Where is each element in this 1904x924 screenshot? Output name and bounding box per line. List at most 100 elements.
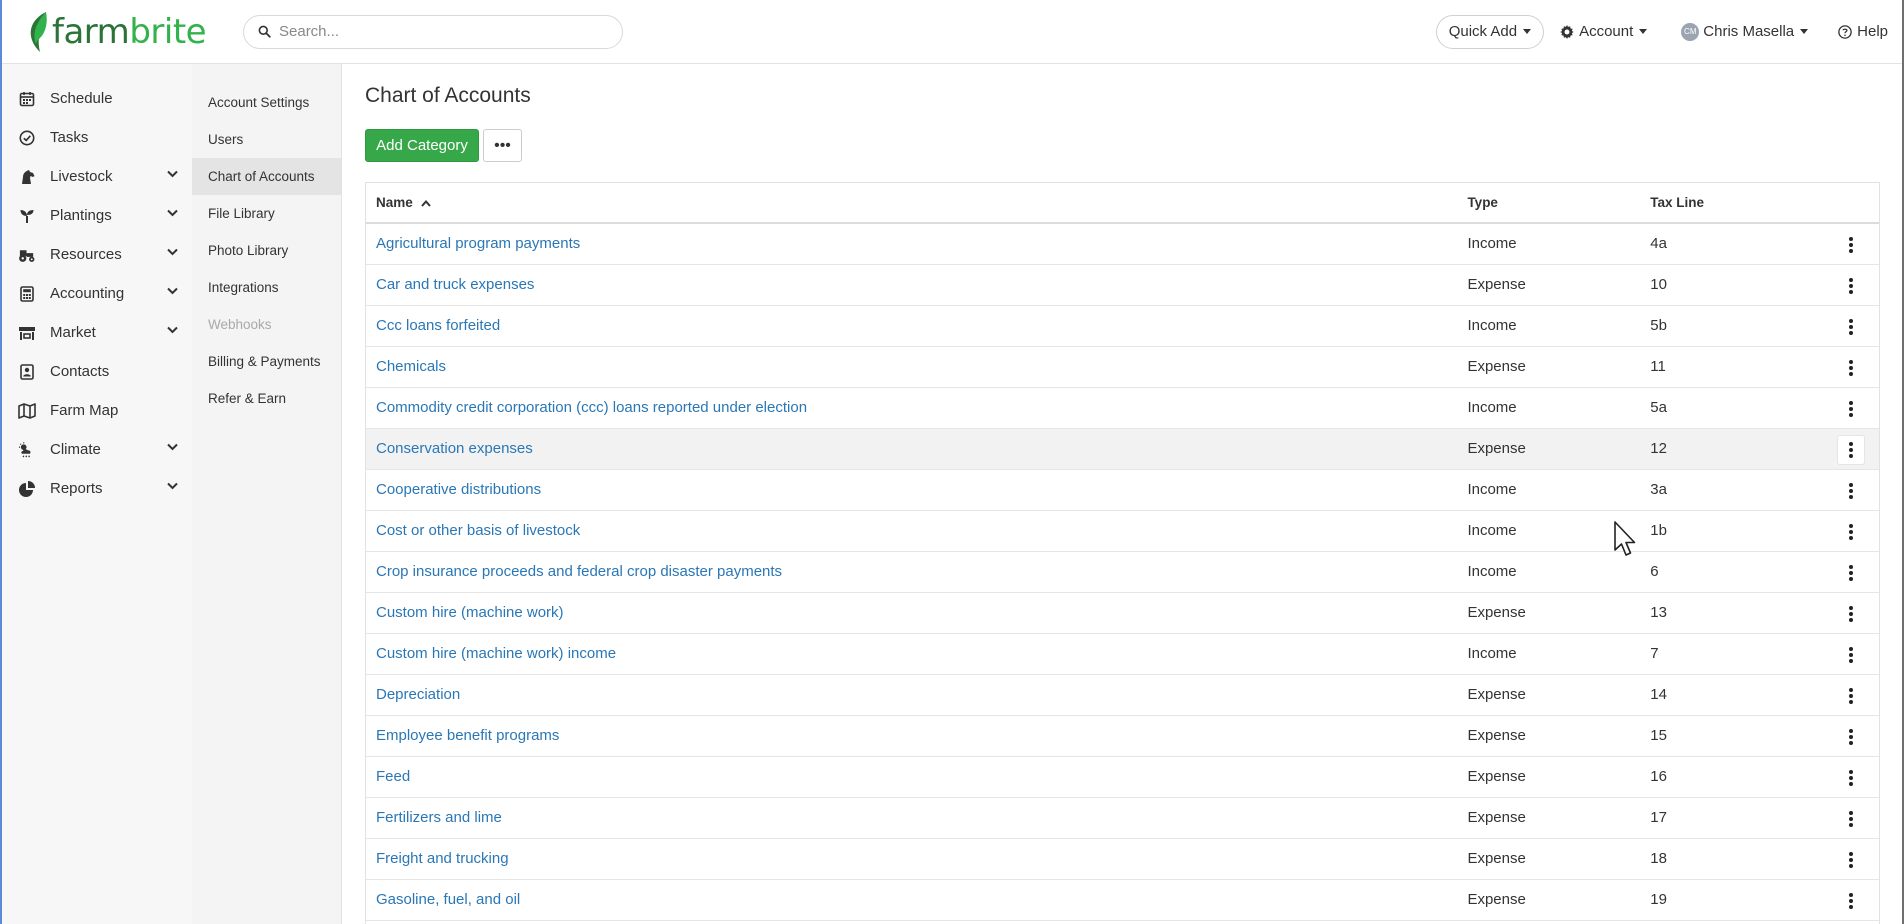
row-menu-icon[interactable] — [1837, 230, 1865, 260]
kebab-dot — [1849, 810, 1853, 815]
account-name-cell: Employee benefit programs — [366, 715, 1458, 757]
tax-line-cell: 18 — [1640, 838, 1824, 880]
sidebar-item-market[interactable]: Market — [2, 313, 192, 352]
more-options-button[interactable]: ••• — [483, 129, 522, 162]
sidebar-item-reports[interactable]: Reports — [2, 469, 192, 508]
row-menu-icon[interactable] — [1837, 558, 1865, 588]
account-name-link[interactable]: Feed — [376, 768, 410, 785]
account-name-link[interactable]: Cost or other basis of livestock — [376, 522, 580, 539]
subnav-refer-earn[interactable]: Refer & Earn — [192, 380, 341, 417]
account-name-cell: Custom hire (machine work) — [366, 592, 1458, 634]
kebab-dot — [1849, 740, 1853, 745]
subnav-integrations[interactable]: Integrations — [192, 269, 341, 306]
account-name-cell: Chemicals — [366, 346, 1458, 388]
sidebar-item-climate[interactable]: Climate — [2, 430, 192, 469]
kebab-dot — [1849, 652, 1853, 657]
account-name-link[interactable]: Crop insurance proceeds and federal crop… — [376, 563, 782, 580]
row-menu-icon[interactable] — [1837, 599, 1865, 629]
row-menu-icon[interactable] — [1837, 804, 1865, 834]
kebab-dot — [1849, 699, 1853, 704]
search-input[interactable] — [279, 23, 599, 40]
column-header-type[interactable]: Type — [1457, 183, 1641, 224]
row-menu-icon[interactable] — [1837, 681, 1865, 711]
sidebar-item-resources[interactable]: Resources — [2, 235, 192, 274]
farmbrite-logo[interactable]: farmbrite — [26, 8, 221, 56]
subnav-file-library[interactable]: File Library — [192, 195, 341, 232]
quick-add-label: Quick Add — [1448, 23, 1518, 40]
user-menu[interactable]: CM Chris Masella — [1681, 22, 1809, 41]
sidebar-item-plantings[interactable]: Plantings — [2, 196, 192, 235]
sidebar-item-schedule[interactable]: Schedule — [2, 79, 192, 118]
row-menu-icon[interactable] — [1837, 763, 1865, 793]
account-name-link[interactable]: Commodity credit corporation (ccc) loans… — [376, 399, 807, 416]
help-link[interactable]: Help — [1838, 23, 1888, 40]
account-name-link[interactable]: Depreciation — [376, 686, 460, 703]
account-name-link[interactable]: Freight and trucking — [376, 850, 509, 867]
add-category-button[interactable]: Add Category — [365, 129, 479, 162]
account-name-link[interactable]: Chemicals — [376, 358, 446, 375]
subnav-webhooks: Webhooks — [208, 317, 272, 332]
subnav-users[interactable]: Users — [192, 121, 341, 158]
account-name-link[interactable]: Custom hire (machine work) income — [376, 645, 616, 662]
column-header-name[interactable]: Name — [366, 183, 1458, 224]
subnav-photo-library[interactable]: Photo Library — [192, 232, 341, 269]
sidebar-item-livestock[interactable]: Livestock — [2, 157, 192, 196]
kebab-dot — [1849, 406, 1853, 411]
chevron-down-icon — [167, 248, 178, 256]
kebab-dot — [1849, 898, 1853, 903]
account-name-link[interactable]: Employee benefit programs — [376, 727, 559, 744]
sidebar-item-tasks[interactable]: Tasks — [2, 118, 192, 157]
account-name-cell: Ccc loans forfeited — [366, 305, 1458, 347]
kebab-dot — [1849, 330, 1853, 335]
row-menu-icon[interactable] — [1837, 476, 1865, 506]
row-menu-icon[interactable] — [1837, 394, 1865, 424]
account-name-link[interactable]: Ccc loans forfeited — [376, 317, 500, 334]
column-header-tax-line[interactable]: Tax Line — [1640, 183, 1824, 224]
search-box[interactable] — [243, 14, 623, 49]
quick-add-button[interactable]: Quick Add — [1435, 14, 1545, 49]
account-type-cell: Expense — [1457, 756, 1641, 798]
account-name-cell: Gasoline, fuel, and oil — [366, 879, 1458, 921]
row-menu-icon[interactable] — [1837, 845, 1865, 875]
table-row: Agricultural program payments Income 4a — [366, 223, 1879, 265]
account-name-link[interactable]: Custom hire (machine work) — [376, 604, 564, 621]
account-name-link[interactable]: Gasoline, fuel, and oil — [376, 891, 520, 908]
account-name-link[interactable]: Conservation expenses — [376, 440, 533, 457]
account-name-cell: Crop insurance proceeds and federal crop… — [366, 551, 1458, 593]
tax-line-cell: 15 — [1640, 715, 1824, 757]
row-menu-icon[interactable] — [1837, 353, 1865, 383]
map-icon — [18, 402, 36, 420]
row-menu-icon[interactable] — [1837, 640, 1865, 670]
row-menu-icon[interactable] — [1837, 722, 1865, 752]
help-label: Help — [1857, 23, 1888, 40]
sort-ascending-icon — [420, 199, 431, 207]
kebab-dot — [1849, 242, 1853, 247]
row-menu-icon[interactable] — [1837, 434, 1865, 465]
kebab-dot — [1849, 687, 1853, 692]
subnav-account-settings[interactable]: Account Settings — [192, 84, 341, 121]
table-row: Conservation expenses Expense 12 — [366, 428, 1879, 470]
account-type-cell: Income — [1457, 633, 1641, 675]
row-actions-cell — [1823, 264, 1879, 306]
tax-line-cell: 1b — [1640, 510, 1824, 552]
row-menu-icon[interactable] — [1837, 517, 1865, 547]
subnav-chart-of-accounts[interactable]: Chart of Accounts — [192, 158, 341, 195]
row-menu-icon[interactable] — [1837, 271, 1865, 301]
table-row: Commodity credit corporation (ccc) loans… — [366, 387, 1879, 429]
subnav-billing-payments[interactable]: Billing & Payments — [192, 343, 341, 380]
row-menu-icon[interactable] — [1837, 312, 1865, 342]
row-actions-cell — [1823, 674, 1879, 716]
sidebar-item-contacts[interactable]: Contacts — [2, 352, 192, 391]
kebab-dot — [1849, 535, 1853, 540]
account-name-link[interactable]: Fertilizers and lime — [376, 809, 502, 826]
table-row: Fertilizers and lime Expense 17 — [366, 797, 1879, 839]
row-menu-icon[interactable] — [1837, 886, 1865, 916]
kebab-dot — [1849, 769, 1853, 774]
account-menu[interactable]: Account — [1560, 23, 1648, 40]
account-name-link[interactable]: Agricultural program payments — [376, 235, 580, 252]
account-name-link[interactable]: Cooperative distributions — [376, 481, 541, 498]
sidebar-item-farm-map[interactable]: Farm Map — [2, 391, 192, 430]
sidebar-item-accounting[interactable]: Accounting — [2, 274, 192, 313]
main-sidebar: Schedule Tasks Livestock Plantings Resou… — [2, 64, 192, 924]
account-name-link[interactable]: Car and truck expenses — [376, 276, 534, 293]
